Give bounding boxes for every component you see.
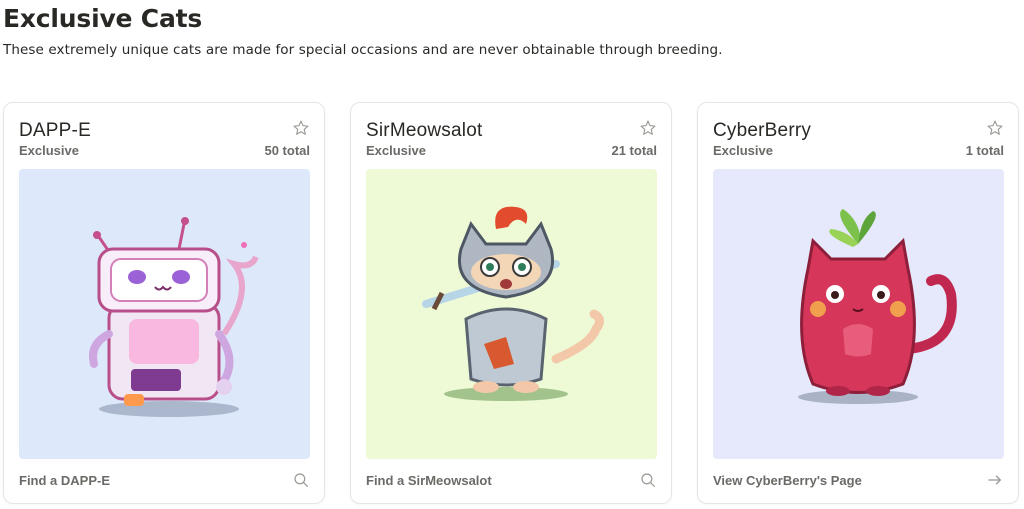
star-icon[interactable] (292, 119, 310, 137)
cat-total: 50 total (264, 143, 310, 158)
footer-link-label: View CyberBerry's Page (713, 473, 862, 488)
find-cat-link[interactable]: Find a DAPP-E (4, 459, 324, 503)
footer-link-label: Find a SirMeowsalot (366, 473, 492, 488)
cat-card-sirmeowsalot: SirMeowsalot Exclusive 21 total Find a S… (350, 102, 672, 504)
view-cat-page-link[interactable]: View CyberBerry's Page (698, 459, 1018, 503)
star-icon[interactable] (639, 119, 657, 137)
page-subtitle: These extremely unique cats are made for… (3, 42, 723, 58)
search-icon (294, 473, 308, 487)
cat-card-dapp-e: DAPP-E Exclusive 50 total Find a DAPP-E (3, 102, 325, 504)
exclusive-cats-page: Exclusive Cats These extremely unique ca… (0, 0, 1024, 509)
cat-image-cyberberry[interactable] (713, 169, 1004, 459)
arrow-right-icon (988, 475, 1001, 485)
cat-category: Exclusive (19, 143, 79, 158)
search-icon (641, 473, 655, 487)
find-cat-link[interactable]: Find a SirMeowsalot (351, 459, 671, 503)
cat-card-cyberberry: CyberBerry Exclusive 1 total View CyberB… (697, 102, 1019, 504)
cat-total: 1 total (965, 143, 1004, 158)
star-icon[interactable] (986, 119, 1004, 137)
cat-category: Exclusive (366, 143, 426, 158)
cat-total: 21 total (611, 143, 657, 158)
cat-name: DAPP-E (19, 120, 91, 141)
cat-image-sirmeowsalot[interactable] (366, 169, 657, 459)
cat-category: Exclusive (713, 143, 773, 158)
cat-name: CyberBerry (713, 120, 812, 141)
cat-name: SirMeowsalot (366, 120, 483, 141)
cat-image-dapp-e[interactable] (19, 169, 310, 459)
page-title: Exclusive Cats (3, 4, 203, 33)
footer-link-label: Find a DAPP-E (19, 473, 111, 488)
